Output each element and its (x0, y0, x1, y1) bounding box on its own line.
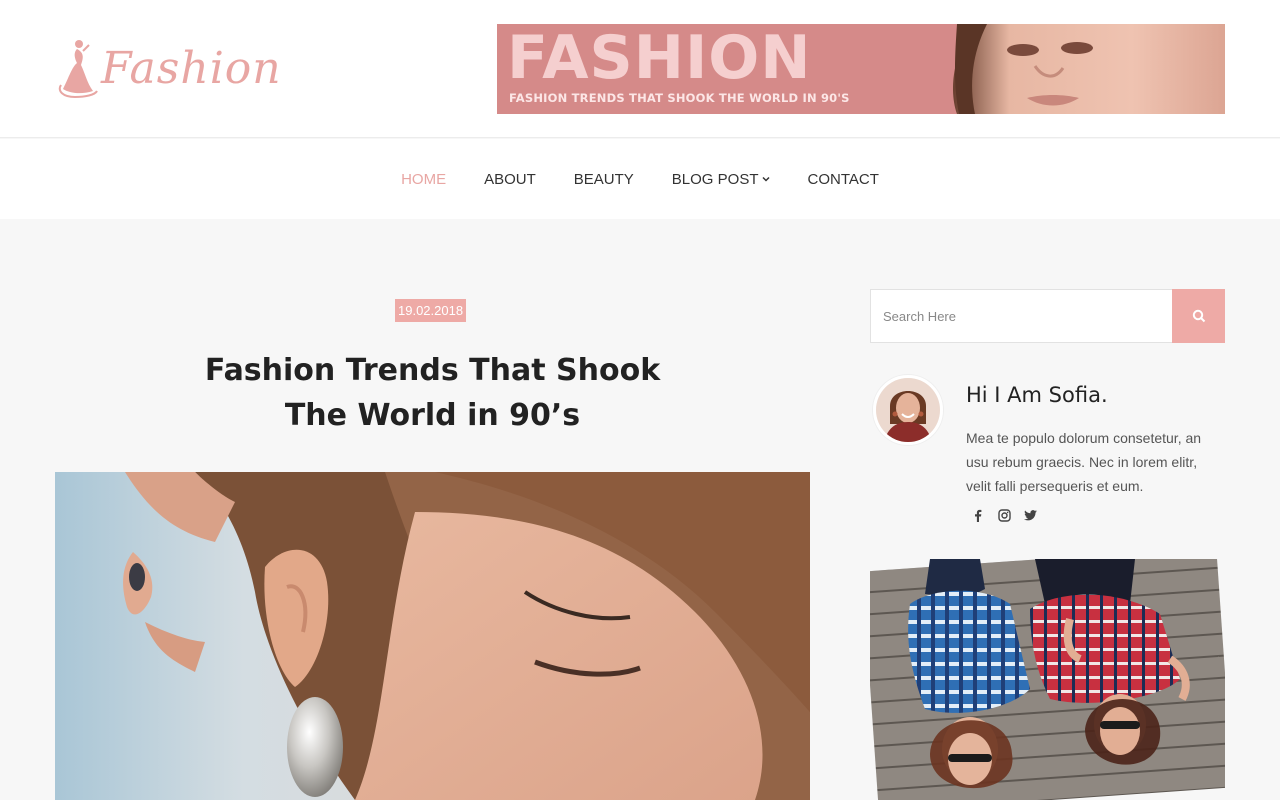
post-title[interactable]: Fashion Trends That Shook The World in 9… (55, 348, 810, 438)
banner-title: FASHION (507, 24, 812, 93)
facebook-icon[interactable] (970, 507, 986, 523)
nav-item-blog-post-label: BLOG POST (671, 170, 759, 188)
two-women-lying-photo (870, 559, 1225, 800)
logo-text: Fashion (101, 42, 282, 94)
about-heading: Hi I Am Sofia. (966, 383, 1108, 407)
site-header: Fashion FASHION FASHION TRENDS THAT SHOO… (0, 0, 1280, 138)
banner-model-photo (917, 24, 1225, 114)
site-logo[interactable]: Fashion (55, 36, 295, 100)
post-date-badge[interactable]: 19.02.2018 (395, 299, 467, 322)
instagram-icon[interactable] (996, 507, 1012, 523)
sidebar-featured-image[interactable] (870, 559, 1225, 800)
woman-earring-photo (55, 472, 810, 800)
search-button[interactable] (1172, 289, 1225, 343)
main-nav: HOME ABOUT BEAUTY BLOG POST CONTACT (0, 139, 1280, 219)
post-title-line-2: The World in 90’s (284, 398, 581, 433)
nav-item-home[interactable]: HOME (401, 171, 446, 188)
about-text: Mea te populo dolorum consetetur, an usu… (966, 430, 1202, 494)
post-featured-image[interactable] (55, 472, 810, 800)
nav-item-blog-post[interactable]: BLOG POST (672, 171, 770, 188)
sofia-avatar-photo (876, 378, 940, 442)
chevron-down-icon (761, 176, 770, 182)
search-input[interactable] (870, 289, 1172, 343)
post-title-line-1: Fashion Trends That Shook (204, 353, 661, 388)
banner-subtitle: FASHION TRENDS THAT SHOOK THE WORLD IN 9… (509, 91, 850, 105)
header-ad-banner[interactable]: FASHION FASHION TRENDS THAT SHOOK THE WO… (497, 24, 1225, 114)
nav-item-contact[interactable]: CONTACT (808, 171, 879, 188)
search-icon (1192, 309, 1205, 323)
logo-woman-icon (58, 40, 98, 99)
nav-item-beauty[interactable]: BEAUTY (574, 171, 634, 188)
twitter-icon[interactable] (1022, 507, 1038, 523)
search-form (870, 289, 1225, 343)
avatar[interactable] (873, 375, 943, 445)
social-links (970, 507, 1048, 523)
nav-item-about[interactable]: ABOUT (484, 171, 536, 188)
